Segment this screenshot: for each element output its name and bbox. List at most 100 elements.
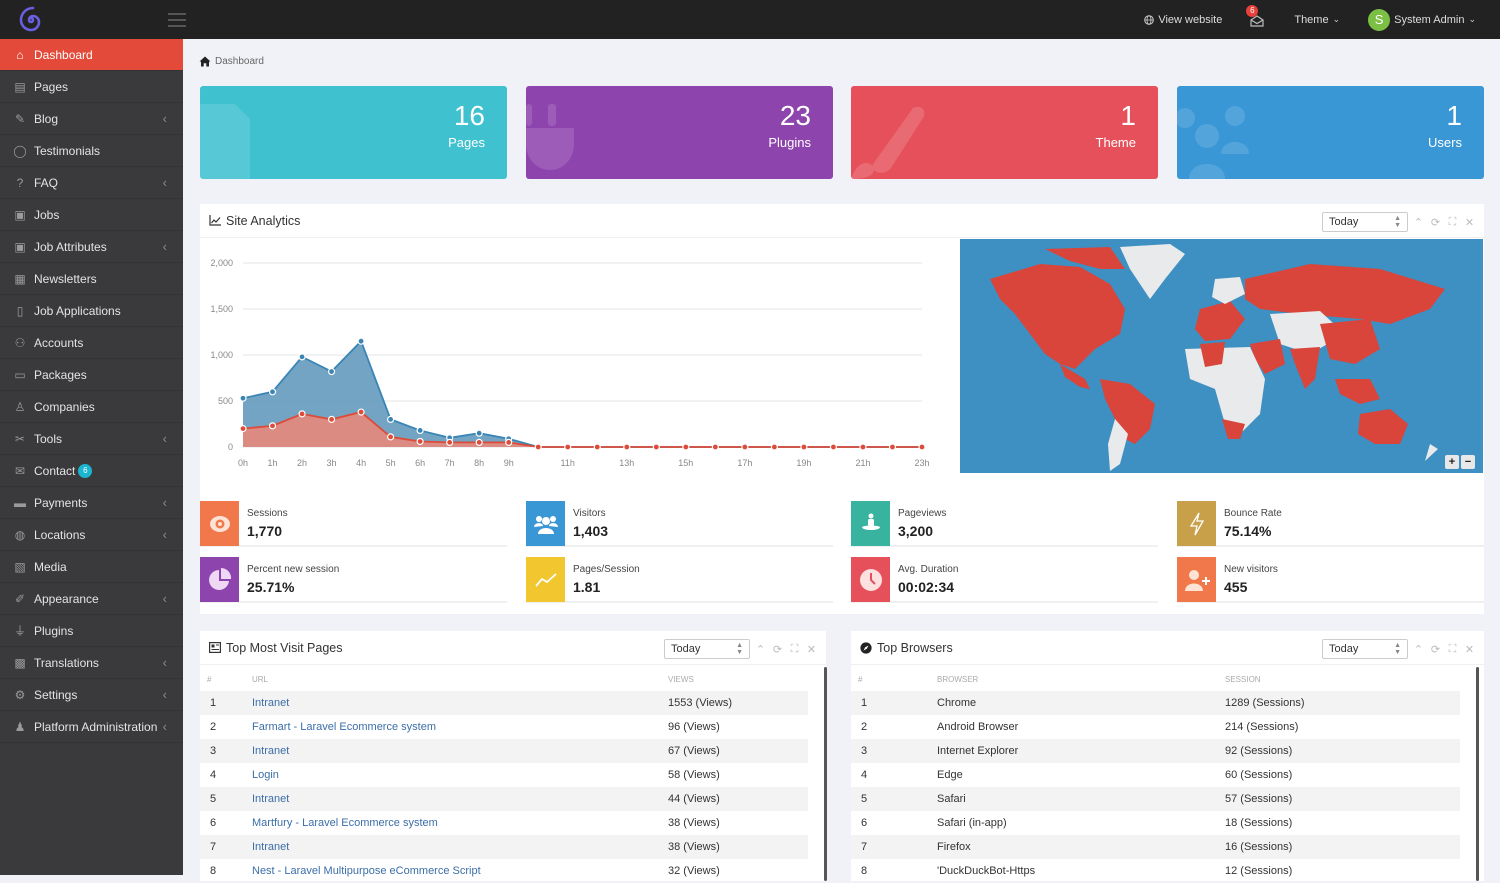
sidebar-item-label: Job Attributes	[34, 239, 107, 254]
data-point-sessions	[918, 443, 926, 451]
fullscreen-icon[interactable]: ⛶	[1446, 643, 1459, 656]
data-point-sessions	[327, 415, 336, 423]
page-url-link[interactable]: Intranet	[252, 841, 289, 853]
close-icon[interactable]: ✕	[1463, 643, 1476, 656]
map-region-new-zealand[interactable]	[1425, 444, 1438, 461]
chevron-left-icon[interactable]: ‹	[163, 655, 167, 670]
breadcrumb-item[interactable]: Dashboard	[215, 56, 264, 67]
sidebar-item-packages[interactable]: ▭ Packages	[0, 359, 183, 391]
stat-card-users[interactable]: 1 Users	[1177, 86, 1484, 179]
map-region-western-europe[interactable]	[1195, 301, 1245, 341]
page-url-link[interactable]: Intranet	[252, 745, 289, 757]
page-url-link[interactable]: Martfury - Laravel Ecommerce system	[252, 817, 438, 829]
chevron-left-icon[interactable]: ‹	[163, 431, 167, 446]
menu-toggle-icon[interactable]	[168, 12, 186, 27]
row-number: 2	[861, 721, 868, 733]
scrollbar[interactable]	[1476, 667, 1479, 881]
chevron-left-icon[interactable]: ‹	[163, 111, 167, 126]
paint-brush-icon: ✐	[14, 591, 26, 606]
user-menu[interactable]: S System Admin ⌄	[1368, 8, 1476, 31]
sidebar-item-appearance[interactable]: ✐ Appearance ‹	[0, 583, 183, 615]
sidebar-item-contact[interactable]: ✉ Contact 6	[0, 455, 183, 487]
chevron-left-icon[interactable]: ‹	[163, 495, 167, 510]
sidebar-item-testimonials[interactable]: ◯ Testimonials	[0, 135, 183, 167]
sidebar-item-pages[interactable]: ▤ Pages	[0, 71, 183, 103]
collapse-icon[interactable]: ⌃	[754, 643, 767, 656]
map-region-china[interactable]	[1320, 319, 1380, 364]
reload-icon[interactable]: ⟳	[771, 643, 784, 656]
map-region-india[interactable]	[1290, 347, 1320, 389]
messages-button[interactable]: 6	[1246, 4, 1266, 27]
close-icon[interactable]: ✕	[1463, 216, 1476, 229]
chevron-left-icon[interactable]: ‹	[163, 239, 167, 254]
chevron-left-icon[interactable]: ‹	[163, 591, 167, 606]
sidebar-item-dashboard[interactable]: ⌂ Dashboard	[0, 39, 183, 71]
logo[interactable]	[0, 0, 183, 39]
chevron-left-icon[interactable]: ‹	[163, 687, 167, 702]
chevron-left-icon[interactable]: ‹	[163, 527, 167, 542]
map-zoom-out-button[interactable]: −	[1461, 455, 1475, 469]
scrollbar[interactable]	[824, 667, 827, 881]
sidebar-item-faq[interactable]: ? FAQ ‹	[0, 167, 183, 199]
sidebar-item-blog[interactable]: ✎ Blog ‹	[0, 103, 183, 135]
page-url-link[interactable]: Nest - Laravel Multipurpose eCommerce Sc…	[252, 865, 481, 877]
sidebar-item-companies[interactable]: ♙ Companies	[0, 391, 183, 423]
theme-dropdown[interactable]: Theme ⌄	[1294, 14, 1340, 26]
map-region-australia[interactable]	[1358, 409, 1408, 444]
metric-value: 75.14%	[1224, 523, 1272, 539]
sidebar-item-locations[interactable]: ◍ Locations ‹	[0, 519, 183, 551]
sidebar-item-plugins[interactable]: ⏚ Plugins	[0, 615, 183, 647]
chevron-left-icon[interactable]: ‹	[163, 175, 167, 190]
x-tick-label: 7h	[445, 458, 455, 468]
world-map[interactable]: + −	[960, 239, 1483, 473]
x-tick-label: 15h	[678, 458, 693, 468]
sidebar-item-payments[interactable]: ▬ Payments ‹	[0, 487, 183, 519]
stat-card-theme[interactable]: 1 Theme	[851, 86, 1158, 179]
sidebar-item-job-applications[interactable]: ▯ Job Applications	[0, 295, 183, 327]
close-icon[interactable]: ✕	[805, 643, 818, 656]
select-arrows-icon: ▲ ▼	[736, 642, 743, 656]
top-browsers-table: # Browser Session 1 Chrome 1289 (Sessions)…	[851, 667, 1460, 883]
messages-badge: 6	[1246, 4, 1259, 17]
page-url-link[interactable]: Intranet	[252, 793, 289, 805]
sidebar-item-settings[interactable]: ⚙ Settings ‹	[0, 679, 183, 711]
theme-label: Theme	[1294, 13, 1329, 26]
panel-title: Site Analytics	[226, 213, 301, 228]
pie-chart-icon	[200, 557, 239, 602]
page-url-link[interactable]: Farmart - Laravel Ecommerce system	[252, 721, 436, 733]
period-select[interactable]: Today ▲ ▼	[664, 639, 750, 659]
sidebar-item-jobs[interactable]: ▣ Jobs	[0, 199, 183, 231]
sidebar-item-tools[interactable]: ✂ Tools ‹	[0, 423, 183, 455]
collapse-icon[interactable]: ⌃	[1412, 216, 1425, 229]
reload-icon[interactable]: ⟳	[1429, 643, 1442, 656]
bolt-icon	[1177, 501, 1216, 546]
chevron-left-icon[interactable]: ‹	[163, 719, 167, 734]
sidebar-item-media[interactable]: ▧ Media	[0, 551, 183, 583]
row-number: 8	[210, 865, 217, 877]
page-url-link[interactable]: Login	[252, 769, 279, 781]
stat-card-plugins[interactable]: 23 Plugins	[526, 86, 833, 179]
sidebar-item-accounts[interactable]: ⚇ Accounts	[0, 327, 183, 359]
period-select[interactable]: Today ▲ ▼	[1322, 212, 1408, 232]
data-point-pageviews	[268, 388, 277, 396]
map-region-north-america[interactable]	[990, 264, 1125, 369]
collapse-icon[interactable]: ⌃	[1412, 643, 1425, 656]
map-region-indonesia[interactable]	[1335, 379, 1380, 404]
period-select[interactable]: Today ▲ ▼	[1322, 639, 1408, 659]
stat-card-pages[interactable]: 16 Pages	[200, 86, 507, 179]
x-tick-label: 3h	[327, 458, 337, 468]
page-views: 67 (Views)	[668, 739, 808, 763]
row-number: 4	[210, 769, 217, 781]
map-zoom-in-button[interactable]: +	[1445, 455, 1459, 469]
map-region-scandinavia[interactable]	[1212, 277, 1245, 304]
fullscreen-icon[interactable]: ⛶	[788, 643, 801, 656]
sidebar-item-newsletters[interactable]: ▦ Newsletters	[0, 263, 183, 295]
map-region-greenland[interactable]	[1120, 244, 1185, 299]
view-website-link[interactable]: View website	[1144, 14, 1222, 26]
sidebar-item-platform-administration[interactable]: ♟ Platform Administration ‹	[0, 711, 183, 743]
sidebar-item-translations[interactable]: ▩ Translations ‹	[0, 647, 183, 679]
reload-icon[interactable]: ⟳	[1429, 216, 1442, 229]
fullscreen-icon[interactable]: ⛶	[1446, 216, 1459, 229]
sidebar-item-job-attributes[interactable]: ▣ Job Attributes ‹	[0, 231, 183, 263]
page-url-link[interactable]: Intranet	[252, 697, 289, 709]
